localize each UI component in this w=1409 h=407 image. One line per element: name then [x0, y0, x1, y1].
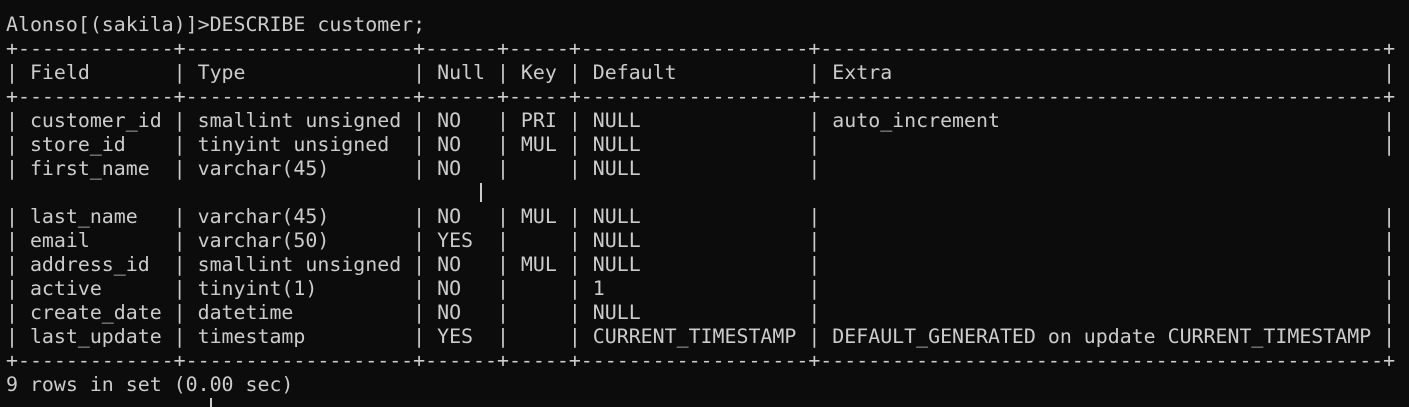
text-cursor: [210, 398, 212, 407]
table-row: | last_name | varchar(45) | NO | MUL | N…: [6, 205, 1396, 228]
table-row: | last_update | timestamp | YES | | CURR…: [6, 325, 1396, 348]
text-cursor-artifact: [480, 183, 482, 202]
table-row: | address_id | smallint unsigned | NO | …: [6, 253, 1396, 276]
table-row: | customer_id | smallint unsigned | NO |…: [6, 109, 1396, 132]
table-row: | active | tinyint(1) | NO | | 1 | |: [6, 277, 1396, 300]
result-summary: 9 rows in set (0.00 sec): [6, 373, 294, 396]
table-row: | create_date | datetime | NO | | NULL |…: [6, 301, 1396, 324]
command-text: DESCRIBE customer;: [209, 13, 426, 36]
table-border-mid: +-------------+-------------------+-----…: [6, 85, 1396, 108]
prompt: Alonso[(sakila)]>: [6, 13, 210, 36]
table-row: | first_name | varchar(45) | NO | | NULL…: [6, 157, 821, 180]
command-line: Alonso[(sakila)]>DESCRIBE customer;: [6, 13, 1409, 37]
table-border-top: +-------------+-------------------+-----…: [6, 37, 1396, 60]
terminal-window[interactable]: Alonso[(sakila)]>DESCRIBE customer; +---…: [0, 0, 1409, 407]
table-row: | store_id | tinyint unsigned | NO | MUL…: [6, 133, 1396, 156]
table-header-row: | Field | Type | Null | Key | Default | …: [6, 61, 1396, 84]
table-row: | email | varchar(50) | YES | | NULL | |: [6, 229, 1396, 252]
table-border-bottom: +-------------+-------------------+-----…: [6, 349, 1396, 372]
